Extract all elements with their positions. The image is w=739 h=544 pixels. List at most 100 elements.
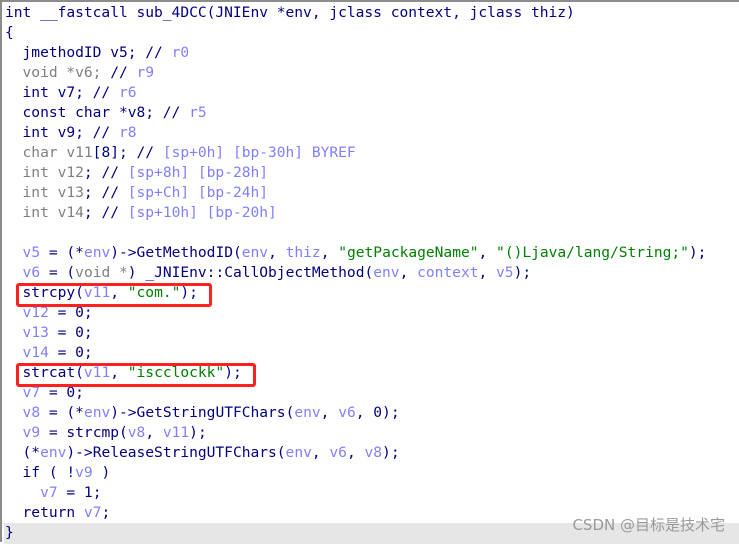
code-token: = 0;: [48, 324, 93, 341]
code-token: ,: [320, 244, 339, 261]
code-token: [sp+10h] [bp-20h]: [127, 204, 277, 221]
code-token: int v9; //: [5, 124, 119, 141]
code-token: v6: [329, 444, 347, 461]
highlight-box-strcpy: [16, 283, 212, 307]
code-token: [8]; //: [92, 144, 163, 161]
code-line[interactable]: (*env)->ReleaseStringUTFChars(env, v6, v…: [5, 443, 706, 463]
code-token: const char *v8; //: [5, 104, 190, 121]
code-token: = 0;: [48, 344, 93, 361]
code-token: );: [382, 444, 400, 461]
code-token: ; //: [83, 184, 128, 201]
code-token: int v12: [5, 164, 84, 181]
code-line[interactable]: void *v6; // r9: [5, 63, 706, 83]
watermark: CSDN @目标是技术宅: [572, 516, 725, 534]
code-line[interactable]: v8 = (*env)->GetStringUTFChars(env, v6, …: [5, 403, 706, 423]
code-token: v7: [83, 504, 102, 521]
highlight-box-strcat: [16, 363, 256, 387]
code-token: jmethodID v5; //: [5, 44, 172, 61]
code-line[interactable]: v13 = 0;: [5, 323, 706, 343]
code-token: int v14: [5, 204, 84, 221]
code-token: ): [92, 464, 111, 481]
code-token: if ( !: [5, 464, 76, 481]
code-line[interactable]: v14 = 0;: [5, 343, 706, 363]
code-line[interactable]: {: [5, 23, 706, 43]
code-token: r0: [171, 44, 190, 61]
code-line[interactable]: jmethodID v5; // r0: [5, 43, 706, 63]
code-line[interactable]: const char *v8; // r5: [5, 103, 706, 123]
code-token: v6: [338, 404, 356, 421]
code-token: v9: [75, 464, 93, 481]
code-token: env: [241, 244, 269, 261]
code-token: [sp+Ch] [bp-24h]: [127, 184, 269, 201]
code-line[interactable]: int v14; // [sp+10h] [bp-20h]: [5, 203, 706, 223]
code-token: r9: [136, 64, 155, 81]
code-token: int v7; //: [5, 84, 119, 101]
code-token: char v11: [5, 144, 93, 161]
code-token: return: [5, 504, 84, 521]
code-line[interactable]: int v7; // r6: [5, 83, 706, 103]
code-token: v8: [22, 404, 41, 421]
code-line[interactable]: int v13; // [sp+Ch] [bp-24h]: [5, 183, 706, 203]
code-token: ,: [478, 264, 497, 281]
code-line[interactable]: v6 = (void *) _JNIEnv::CallObjectMethod(…: [5, 263, 706, 283]
code-token: ,: [399, 264, 418, 281]
code-token: ) _JNIEnv::CallObjectMethod(: [127, 264, 374, 281]
code-token: v7: [40, 484, 58, 501]
code-token: = strcmp(: [40, 424, 128, 441]
code-token: );: [513, 264, 532, 281]
code-line[interactable]: int __fastcall sub_4DCC(JNIEnv *env, jcl…: [5, 3, 706, 23]
code-token: int v13: [5, 184, 84, 201]
pseudocode-listing[interactable]: int __fastcall sub_4DCC(JNIEnv *env, jcl…: [5, 3, 706, 543]
code-line[interactable]: [5, 223, 706, 243]
code-token: , 0);: [355, 404, 400, 421]
code-token: = (*: [40, 404, 84, 421]
code-token: );: [688, 244, 707, 261]
code-token: env: [83, 404, 111, 421]
code-token: = 1;: [57, 484, 102, 501]
code-token: ; //: [83, 204, 128, 221]
code-token: env: [40, 444, 67, 461]
code-token: ,: [145, 424, 163, 441]
code-token: r5: [189, 104, 207, 121]
code-token: int __fastcall sub_4DCC(JNIEnv *env, jcl…: [5, 4, 575, 21]
code-token: env: [294, 404, 321, 421]
code-token: thiz: [285, 244, 321, 261]
code-token: v8: [364, 444, 383, 461]
code-line[interactable]: int v12; // [sp+8h] [bp-28h]: [5, 163, 706, 183]
code-token: = (: [40, 264, 76, 281]
code-token: }: [5, 524, 14, 541]
code-token: v6: [22, 264, 41, 281]
code-token: v9: [22, 424, 41, 441]
code-line[interactable]: int v9; // r8: [5, 123, 706, 143]
code-token: "()Ljava/lang/String;": [496, 244, 689, 261]
code-token: ,: [268, 244, 286, 261]
code-token: //: [110, 64, 137, 81]
code-token: ,: [346, 444, 365, 461]
code-token: context: [417, 264, 479, 281]
code-token: ,: [311, 444, 330, 461]
code-token: v14: [22, 344, 49, 361]
code-line[interactable]: v7 = 1;: [5, 483, 706, 503]
code-token: )->GetStringUTFChars(: [110, 404, 295, 421]
code-token: (*: [5, 444, 41, 461]
code-line[interactable]: char v11[8]; // [sp+0h] [bp-30h] BYREF: [5, 143, 706, 163]
code-line[interactable]: v5 = (*env)->GetMethodID(env, thiz, "get…: [5, 243, 707, 263]
pseudocode-view[interactable]: int __fastcall sub_4DCC(JNIEnv *env, jcl…: [0, 0, 739, 544]
code-line[interactable]: v9 = strcmp(v8, v11);: [5, 423, 706, 443]
code-token: = (*: [40, 244, 84, 261]
code-token: ,: [478, 244, 497, 261]
code-token: ,: [320, 404, 339, 421]
code-token: ;: [101, 504, 111, 521]
code-line[interactable]: if ( !v9 ): [5, 463, 706, 483]
code-token: env: [285, 444, 312, 461]
code-token: v11: [162, 424, 190, 441]
code-token: {: [5, 24, 14, 41]
code-token: void *: [75, 264, 128, 281]
code-token: [sp+0h] [bp-30h] BYREF: [162, 144, 356, 161]
code-token: ; //: [83, 164, 128, 181]
